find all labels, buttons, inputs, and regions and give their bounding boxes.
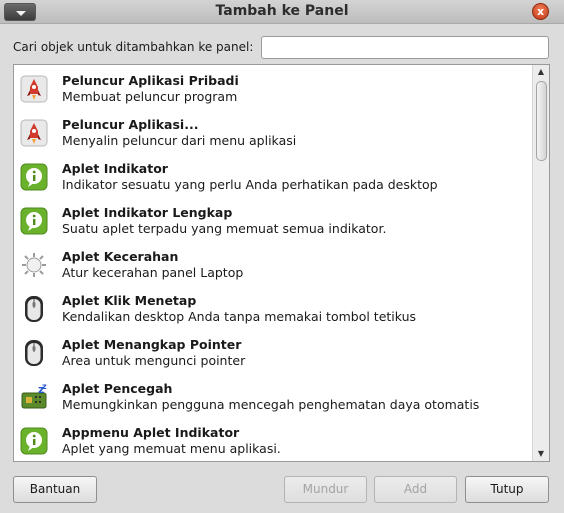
scroll-up-arrow-icon[interactable]: ▲ — [533, 65, 549, 79]
brightness-sun-icon — [20, 251, 48, 279]
item-description: Memungkinkan pengguna mencegah penghemat… — [62, 397, 480, 412]
item-description: Area untuk mengunci pointer — [62, 353, 246, 368]
add-button[interactable]: Add — [374, 476, 457, 503]
list-item[interactable]: Peluncur Aplikasi... Menyalin peluncur da… — [14, 109, 533, 153]
list-item[interactable]: Aplet Indikator Indikator sesuatu yang pe… — [14, 153, 533, 197]
search-label: Cari objek untuk ditambahkan ke panel: — [13, 40, 254, 54]
item-title: Peluncur Aplikasi Pribadi — [62, 73, 239, 88]
title-bar: Tambah ke Panel x — [0, 0, 564, 24]
list-item[interactable]: Peluncur Aplikasi Pribadi Membuat peluncu… — [14, 65, 533, 109]
mouse-icon — [20, 339, 48, 367]
item-title: Aplet Menangkap Pointer — [62, 337, 242, 352]
applet-list: Peluncur Aplikasi Pribadi Membuat peluncu… — [13, 64, 550, 462]
item-description: Suatu aplet terpadu yang memuat semua in… — [62, 221, 387, 236]
list-item[interactable]: z z Aplet Pencegah Memungkinkan pengguna me… — [14, 373, 533, 417]
svg-text:z: z — [42, 383, 47, 391]
item-title: Peluncur Aplikasi... — [62, 117, 199, 132]
item-title: Aplet Indikator — [62, 161, 168, 176]
item-title: Aplet Indikator Lengkap — [62, 205, 233, 220]
item-title: Aplet Kecerahan — [62, 249, 179, 264]
item-description: Kendalikan desktop Anda tanpa memakai to… — [62, 309, 417, 324]
rocket-launcher-icon — [20, 75, 48, 103]
list-scrollbar[interactable]: ▲ ▼ — [532, 65, 549, 461]
info-indicator-icon — [20, 427, 48, 455]
item-description: Menyalin peluncur dari menu aplikasi — [62, 133, 297, 148]
info-indicator-icon — [20, 207, 48, 235]
inhibit-sleep-icon: zz — [20, 382, 48, 411]
list-item[interactable]: Appmenu Aplet Indikator Aplet yang memuat… — [14, 417, 533, 461]
back-button[interactable]: Mundur — [284, 476, 367, 503]
list-item[interactable]: Aplet Menangkap Pointer Area untuk mengun… — [14, 329, 533, 373]
window-close-button[interactable]: x — [532, 3, 549, 20]
help-button[interactable]: Bantuan — [13, 476, 97, 503]
scroll-down-arrow-icon[interactable]: ▼ — [533, 447, 549, 461]
close-button[interactable]: Tutup — [465, 476, 549, 503]
scroll-thumb[interactable] — [536, 81, 547, 161]
list-item[interactable]: Aplet Kecerahan Atur kecerahan panel Lapt… — [14, 241, 533, 285]
item-title: Appmenu Aplet Indikator — [62, 425, 240, 440]
item-title: Aplet Klik Menetap — [62, 293, 197, 308]
item-description: Membuat peluncur program — [62, 89, 238, 104]
list-item[interactable]: Aplet Indikator Lengkap Suatu aplet terpa… — [14, 197, 533, 241]
info-indicator-icon — [20, 163, 48, 191]
window-title: Tambah ke Panel — [215, 3, 349, 19]
mouse-icon — [20, 295, 48, 323]
item-description: Atur kecerahan panel Laptop — [62, 265, 244, 280]
search-input[interactable] — [261, 36, 549, 59]
list-item[interactable]: Aplet Klik Menetap Kendalikan desktop And… — [14, 285, 533, 329]
rocket-launcher-icon — [20, 119, 48, 147]
item-description: Indikator sesuatu yang perlu Anda perhat… — [62, 177, 438, 192]
applet-list-items: Peluncur Aplikasi Pribadi Membuat peluncu… — [14, 65, 533, 461]
item-description: Aplet yang memuat menu aplikasi. — [62, 441, 281, 456]
item-title: Aplet Pencegah — [62, 381, 173, 396]
